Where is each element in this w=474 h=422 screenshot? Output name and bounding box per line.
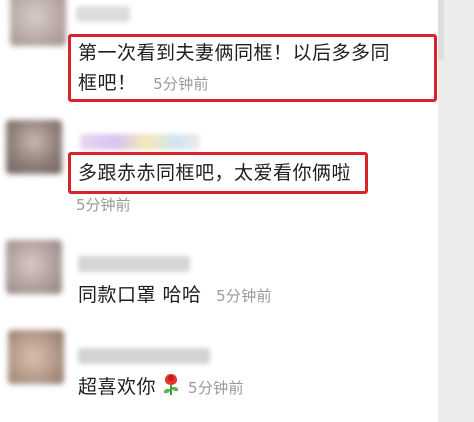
comment-item-2: 多跟赤赤同框吧，太爱看你俩啦 5分钟前	[0, 112, 438, 222]
username-blurred[interactable]	[78, 348, 210, 364]
comment-text: 多跟赤赤同框吧，太爱看你俩啦	[78, 158, 368, 188]
username-blurred[interactable]	[76, 6, 130, 22]
comment-text: 超喜欢你 5分钟前	[78, 372, 408, 403]
right-side-panel	[438, 0, 474, 422]
comment-text-line: 第一次看到夫妻俩同框！以后多多同	[78, 42, 391, 64]
comment-text-fragment: 框吧！	[78, 72, 137, 94]
comment-text: 第一次看到夫妻俩同框！以后多多同 框吧！ 5分钟前	[78, 38, 438, 99]
comment-timestamp: 5分钟前	[153, 75, 209, 93]
comment-item-1: 第一次看到夫妻俩同框！以后多多同 框吧！ 5分钟前	[0, 0, 438, 112]
rose-icon	[162, 374, 180, 396]
avatar[interactable]	[6, 240, 62, 294]
comment-timestamp: 5分钟前	[76, 196, 131, 214]
avatar[interactable]	[8, 330, 64, 384]
comment-text-line: 多跟赤赤同框吧，太爱看你俩啦	[78, 162, 352, 184]
avatar[interactable]	[10, 0, 66, 46]
username-blurred[interactable]	[80, 134, 200, 150]
avatar[interactable]	[6, 120, 62, 174]
comment-item-4: 超喜欢你 5分钟前	[0, 320, 438, 422]
comment-text-line: 框吧！ 5分钟前	[78, 68, 438, 99]
panel-edge	[438, 0, 444, 60]
comment-timestamp: 5分钟前	[216, 287, 272, 305]
username-blurred[interactable]	[78, 256, 190, 272]
comment-text-line: 超喜欢你	[78, 376, 157, 398]
comment-text: 同款口罩 哈哈 5分钟前	[78, 280, 408, 311]
comment-item-3: 同款口罩 哈哈 5分钟前	[0, 222, 438, 320]
comment-text-line: 同款口罩 哈哈	[78, 284, 202, 306]
comment-timestamp: 5分钟前	[188, 379, 244, 397]
